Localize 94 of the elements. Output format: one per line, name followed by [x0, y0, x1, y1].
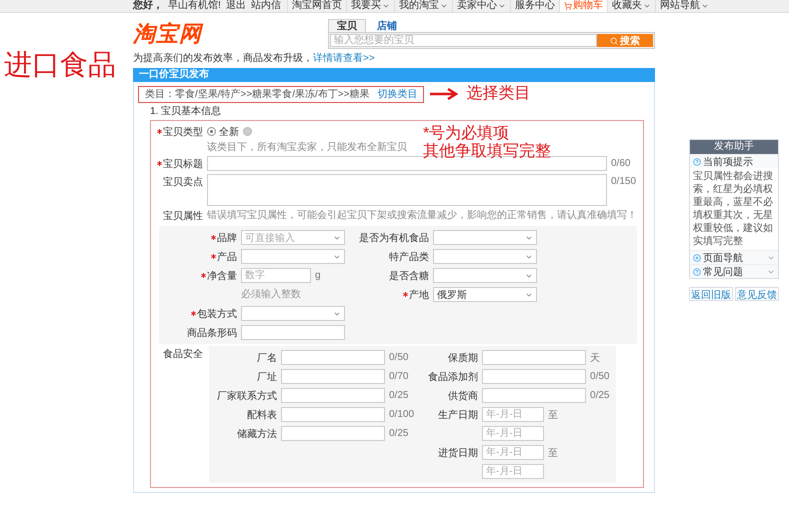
- char-counter: 0/50: [590, 370, 610, 384]
- tip-text: 宝贝属性都会进搜索，红星为必填权重最高，蓝星不必填权重其次，无星权重较低，建议如实填写完整: [692, 170, 774, 249]
- helper-section[interactable]: 当前项提示: [690, 154, 778, 168]
- dropdown-field[interactable]: [433, 230, 537, 245]
- greeting-text: 您好，: [133, 0, 163, 12]
- field-label: 储藏方法: [237, 428, 277, 440]
- radio-button[interactable]: [207, 127, 216, 136]
- search-tab[interactable]: 店铺: [368, 19, 406, 32]
- nav-link[interactable]: 我要买: [346, 0, 394, 12]
- field-label: 进货日期: [438, 446, 478, 460]
- field-label: 厂名: [257, 352, 277, 364]
- field-label: 宝贝属性: [163, 210, 203, 222]
- char-counter: 0/25: [389, 389, 408, 403]
- warning-text: 错误填写宝贝属性，可能会引起宝贝下架或搜索流量减少，影响您的正常销售，请认真准确填写！: [207, 208, 637, 223]
- input-field[interactable]: [241, 325, 345, 340]
- helper-section[interactable]: 常见问题: [690, 264, 778, 278]
- radio-label: 全新: [219, 126, 239, 138]
- helper-title: 发布助手: [690, 140, 778, 154]
- input-field[interactable]: [281, 369, 385, 384]
- field-label: 厂家联系方式: [217, 390, 277, 402]
- input-field[interactable]: [482, 350, 586, 365]
- details-link[interactable]: 详情请查看>>: [313, 53, 375, 64]
- annotation-text: 选择类目: [466, 85, 530, 103]
- range-separator: 至: [548, 446, 558, 460]
- input-field[interactable]: [281, 350, 385, 365]
- field-label: 特产品类: [389, 250, 429, 264]
- help-icon: [693, 268, 701, 276]
- search-icon: [610, 36, 618, 44]
- field-label: 食品添加剂: [428, 370, 478, 384]
- unit-label: 天: [590, 352, 600, 364]
- field-label: 供货商: [448, 390, 478, 402]
- field-label: 净含量: [207, 270, 237, 282]
- nav-link[interactable]: 收藏夹: [607, 0, 655, 12]
- field-label: 生产日期: [438, 408, 478, 422]
- field-label: 厂址: [257, 370, 277, 384]
- field-label: 保质期: [448, 352, 478, 364]
- selling-points-field[interactable]: [207, 174, 607, 206]
- field-label: 品牌: [217, 232, 237, 244]
- field-label: 商品条形码: [187, 326, 237, 340]
- annotation-text: *号为必填项: [423, 125, 510, 142]
- date-field[interactable]: 年-月-日: [482, 426, 544, 441]
- char-counter: 0/25: [389, 427, 408, 441]
- section-title: 一口价宝贝发布: [133, 68, 655, 82]
- input-field[interactable]: [281, 388, 385, 403]
- field-label: 是否为有机食品: [359, 232, 429, 244]
- field-label: 产地: [409, 288, 429, 302]
- dropdown-field[interactable]: [241, 306, 345, 321]
- switch-category-link[interactable]: 切换类目: [377, 87, 418, 101]
- date-field[interactable]: 年-月-日: [482, 445, 544, 460]
- field-label: 配料表: [247, 408, 277, 422]
- unit-label: g: [315, 270, 321, 281]
- field-hint: 该类目下，所有淘宝卖家，只能发布全新宝贝: [207, 142, 407, 154]
- help-icon: [693, 158, 701, 166]
- field-label: 食品安全: [163, 348, 203, 360]
- input-field[interactable]: [482, 369, 586, 384]
- field-label: 宝贝卖点: [163, 176, 203, 188]
- char-counter: 0/50: [389, 351, 408, 365]
- dropdown-field[interactable]: [241, 249, 345, 264]
- arrow-icon: [430, 88, 460, 100]
- helper-button[interactable]: 返回旧版: [689, 287, 733, 301]
- date-field[interactable]: 年-月-日: [482, 464, 544, 479]
- helper-button[interactable]: 意见反馈: [735, 287, 779, 301]
- input-field[interactable]: [281, 407, 385, 422]
- dropdown-field[interactable]: [433, 268, 537, 283]
- field-label: 产品: [217, 250, 237, 264]
- annotation-text: 进口食品: [4, 49, 117, 81]
- char-counter: 0/150: [611, 175, 636, 189]
- input-field[interactable]: [482, 388, 586, 403]
- annotation-text: 其他争取填写完整: [423, 143, 551, 161]
- notice-text: 为提高亲们的发布效率，商品发布升级，: [133, 53, 313, 64]
- range-separator: 至: [548, 408, 558, 422]
- char-counter: 0/25: [590, 389, 610, 403]
- field-label: 包装方式: [197, 308, 237, 320]
- top-link[interactable]: 退出: [226, 0, 246, 12]
- top-link[interactable]: 站内信: [250, 0, 281, 12]
- category-path: 类目：零食/坚果/特产>>糖果零食/果冻/布丁>>糖果: [145, 88, 370, 101]
- user-link[interactable]: 早山有机馆!: [168, 0, 221, 12]
- char-counter: 0/60: [611, 157, 630, 171]
- dropdown-field[interactable]: [433, 249, 537, 264]
- plus-circle-icon: [693, 254, 701, 262]
- field-label: 是否含糖: [389, 270, 429, 282]
- char-counter: 0/70: [389, 370, 408, 384]
- field-label: 宝贝标题: [163, 158, 203, 170]
- number-field[interactable]: 数字: [241, 268, 311, 283]
- dropdown-field[interactable]: 俄罗斯: [433, 287, 537, 302]
- step-title: 1. 宝贝基本信息: [149, 104, 222, 119]
- date-field[interactable]: 年-月-日: [482, 407, 544, 422]
- field-label: 宝贝类型: [163, 126, 203, 138]
- search-tab[interactable]: 宝贝: [328, 19, 366, 32]
- field-hint: 必须输入整数: [241, 288, 301, 302]
- cart-icon: [564, 2, 572, 10]
- input-field[interactable]: [281, 426, 385, 441]
- helper-section[interactable]: 页面导航: [690, 250, 778, 264]
- char-counter: 0/100: [389, 408, 414, 422]
